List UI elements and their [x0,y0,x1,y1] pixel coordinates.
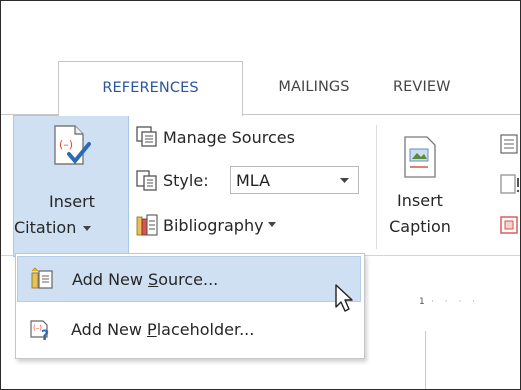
ribbon-panel: (–) Insert Citation Manage Sources Style… [1,114,521,257]
menu-item-add-new-placeholder-label: Add New Placeholder... [71,319,255,339]
ribbon-separator [376,125,377,249]
chevron-down-icon [340,178,349,183]
manage-sources-button[interactable]: Manage Sources [135,123,295,151]
tab-review[interactable]: REVIEW [393,61,520,113]
svg-text:(–): (–) [59,138,73,151]
insert-citation-menu: Add New Source... (–) ? Add New Placehol… [15,253,365,359]
ruler-ticks: · · · · [431,297,480,307]
insert-caption-button[interactable]: Insert Caption [385,115,459,255]
window-frame: REFERENCES MAILINGS REVIEW (–) Insert Ci… [0,0,521,390]
tab-mailings[interactable]: MAILINGS [259,61,369,113]
mouse-cursor-icon [335,284,353,312]
style-select[interactable]: MLA [230,166,359,194]
bibliography-label: Bibliography [163,215,264,235]
ruler-number: 1 [419,297,425,307]
cross-reference-icon[interactable] [499,215,521,237]
style-select-value: MLA [236,170,271,190]
add-source-icon [31,267,53,289]
menu-item-add-new-placeholder[interactable]: (–) ? Add New Placeholder... [17,306,361,352]
update-table-icon[interactable] [499,173,521,195]
manage-sources-icon [136,126,157,147]
add-placeholder-icon: (–) ? [30,320,49,341]
style-label-group: Style: [135,166,209,194]
insert-citation-label-2: Citation [14,218,130,237]
svg-text:?: ? [41,328,49,341]
bibliography-button[interactable]: Bibliography [135,211,276,239]
bibliography-icon [136,214,158,236]
tab-references[interactable]: REFERENCES [58,61,243,116]
insert-citation-icon: (–) [54,125,91,165]
menu-item-add-new-source[interactable]: Add New Source... [17,256,361,302]
insert-table-of-figures-icon[interactable] [499,133,521,155]
insert-caption-icon [404,136,436,178]
insert-caption-label-2: Caption [389,217,451,236]
insert-citation-label-1: Insert [49,192,95,211]
manage-sources-label: Manage Sources [163,127,295,147]
menu-item-add-new-source-label: Add New Source... [72,269,219,289]
document-page-edge [425,331,426,389]
insert-citation-button[interactable]: (–) Insert Citation [13,115,129,257]
chevron-down-icon [267,222,276,227]
insert-caption-label-1: Insert [397,191,443,210]
chevron-down-icon [83,225,92,231]
style-icon [136,170,157,191]
style-label: Style: [163,170,209,190]
